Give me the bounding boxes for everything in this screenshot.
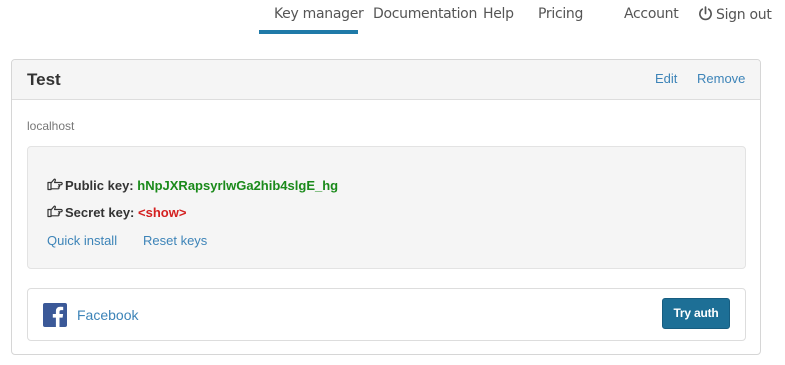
reset-keys-link[interactable]: Reset keys [143, 233, 207, 248]
nav-help[interactable]: Help [483, 6, 514, 22]
nav-documentation[interactable]: Documentation [373, 6, 477, 22]
power-icon [699, 6, 712, 21]
nav-key-manager[interactable]: Key manager [274, 6, 364, 22]
secret-key-label: Secret key: [65, 205, 135, 220]
nav-account[interactable]: Account [624, 6, 679, 22]
hand-point-right-icon [47, 205, 63, 218]
remove-link[interactable]: Remove [697, 71, 745, 86]
app-panel: Test Edit Remove localhost Public key: h… [11, 59, 761, 355]
show-secret-key-link[interactable]: <show> [138, 205, 186, 220]
secret-key-row: Secret key: <show> [47, 205, 186, 220]
sign-out-label: Sign out [716, 7, 772, 23]
provider-name-link[interactable]: Facebook [77, 307, 138, 323]
public-key-label: Public key: [65, 178, 134, 193]
try-auth-button[interactable]: Try auth [662, 298, 730, 329]
nav-active-indicator [259, 30, 358, 34]
public-key-value: hNpJXRapsyrlwGa2hib4slgE_hg [137, 178, 339, 193]
facebook-icon [43, 303, 67, 327]
hand-point-right-icon [47, 178, 63, 191]
nav-pricing[interactable]: Pricing [538, 6, 583, 22]
app-title: Test [27, 70, 61, 89]
top-navigation: Key manager Documentation Help Pricing A… [0, 0, 785, 34]
keys-well: Public key: hNpJXRapsyrlwGa2hib4slgE_hg … [27, 146, 746, 269]
sign-out-link[interactable]: Sign out [698, 6, 772, 23]
app-domain: localhost [27, 119, 75, 133]
public-key-row: Public key: hNpJXRapsyrlwGa2hib4slgE_hg [47, 178, 338, 193]
edit-link[interactable]: Edit [655, 71, 677, 86]
panel-heading: Test Edit Remove [12, 60, 760, 100]
provider-row: Facebook Try auth [27, 288, 746, 341]
quick-install-link[interactable]: Quick install [47, 233, 117, 248]
